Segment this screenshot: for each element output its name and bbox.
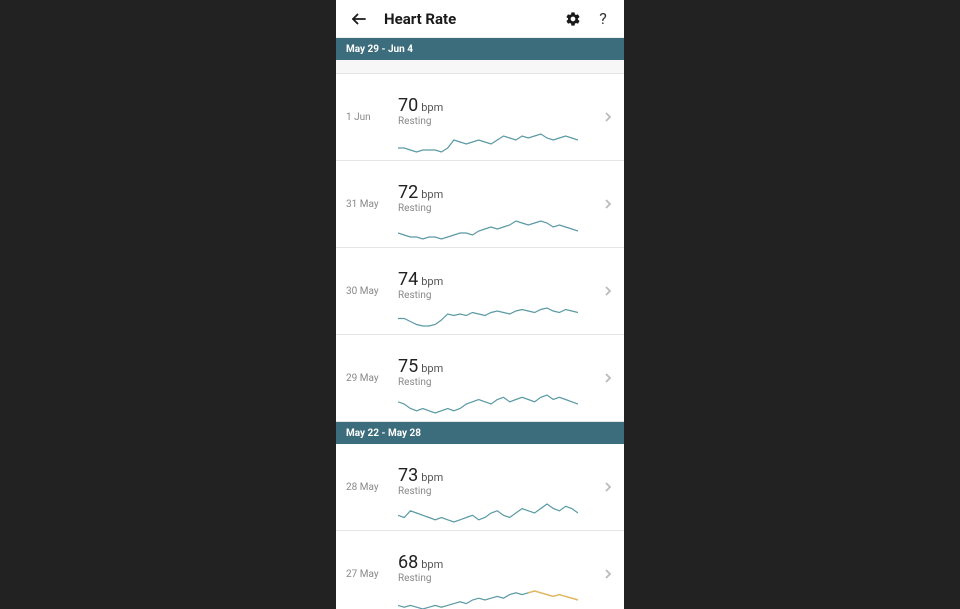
day-row[interactable]: 28 May 73 bpm Resting	[336, 444, 624, 531]
bpm-value: 73	[398, 465, 418, 486]
day-row[interactable]: 29 May 75 bpm Resting	[336, 335, 624, 422]
day-row[interactable]: 31 May 72 bpm Resting	[336, 161, 624, 248]
sparkline-chart	[398, 499, 578, 525]
day-content: 68 bpm Resting	[398, 536, 598, 609]
bpm-unit: bpm	[421, 101, 443, 114]
date-label: 31 May	[336, 199, 398, 210]
chevron-right-icon	[598, 372, 618, 384]
day-row[interactable]: 30 May 74 bpm Resting	[336, 248, 624, 335]
day-row[interactable]: 1 Jun 70 bpm Resting	[336, 74, 624, 161]
chevron-right-icon	[598, 285, 618, 297]
bpm-unit: bpm	[421, 275, 443, 288]
value-line: 74 bpm	[398, 269, 598, 290]
bpm-value: 72	[398, 182, 418, 203]
day-content: 70 bpm Resting	[398, 79, 598, 155]
bpm-unit: bpm	[421, 188, 443, 201]
week-header: May 22 - May 28	[336, 422, 624, 444]
resting-label: Resting	[398, 116, 598, 127]
bpm-value: 70	[398, 95, 418, 116]
value-line: 73 bpm	[398, 465, 598, 486]
bpm-unit: bpm	[421, 558, 443, 571]
back-icon[interactable]	[348, 8, 370, 30]
bpm-value: 74	[398, 269, 418, 290]
chevron-right-icon	[598, 568, 618, 580]
bpm-unit: bpm	[421, 362, 443, 375]
day-content: 72 bpm Resting	[398, 166, 598, 242]
sparkline-chart	[398, 390, 578, 416]
sparkline-chart	[398, 216, 578, 242]
chevron-right-icon	[598, 481, 618, 493]
help-icon[interactable]: ?	[592, 8, 614, 30]
date-label: 30 May	[336, 286, 398, 297]
value-line: 72 bpm	[398, 182, 598, 203]
bpm-value: 68	[398, 552, 418, 573]
sparkline-chart	[398, 586, 578, 609]
page-title: Heart Rate	[384, 10, 554, 28]
chevron-right-icon	[598, 111, 618, 123]
sparkline-chart	[398, 303, 578, 329]
resting-label: Resting	[398, 573, 598, 584]
bpm-value: 75	[398, 356, 418, 377]
resting-label: Resting	[398, 290, 598, 301]
week-header: May 29 - Jun 4	[336, 38, 624, 60]
day-content: 74 bpm Resting	[398, 253, 598, 329]
value-line: 75 bpm	[398, 356, 598, 377]
resting-label: Resting	[398, 203, 598, 214]
day-content: 73 bpm Resting	[398, 449, 598, 525]
date-label: 29 May	[336, 373, 398, 384]
scroll-content[interactable]: May 29 - Jun 4 1 Jun 70 bpm Resting 31 M…	[336, 38, 624, 609]
date-label: 1 Jun	[336, 112, 398, 123]
app-header: Heart Rate ?	[336, 0, 624, 38]
gear-icon[interactable]	[562, 8, 584, 30]
resting-label: Resting	[398, 486, 598, 497]
value-line: 70 bpm	[398, 95, 598, 116]
day-row[interactable]: 27 May 68 bpm Resting	[336, 531, 624, 609]
app-screen: Heart Rate ? May 29 - Jun 4 1 Jun 70 bpm…	[336, 0, 624, 609]
chevron-right-icon	[598, 198, 618, 210]
date-label: 27 May	[336, 569, 398, 580]
bpm-unit: bpm	[421, 471, 443, 484]
value-line: 68 bpm	[398, 552, 598, 573]
spacer	[336, 60, 624, 74]
date-label: 28 May	[336, 482, 398, 493]
sparkline-chart	[398, 129, 578, 155]
resting-label: Resting	[398, 377, 598, 388]
day-content: 75 bpm Resting	[398, 340, 598, 416]
